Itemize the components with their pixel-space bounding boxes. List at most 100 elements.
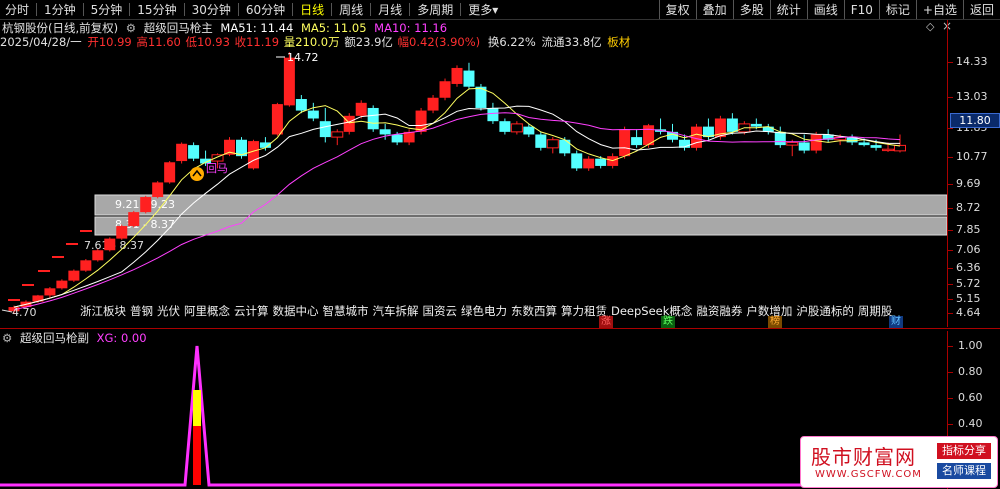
candle[interactable] bbox=[271, 102, 283, 136]
toolbar-button-4[interactable]: 画线 bbox=[806, 0, 844, 19]
stair-marker bbox=[8, 299, 20, 301]
candle-body bbox=[439, 81, 451, 98]
concept-tag[interactable]: 数据中心 bbox=[273, 304, 319, 318]
candle-body bbox=[68, 270, 80, 281]
candle[interactable] bbox=[44, 287, 56, 298]
candle[interactable] bbox=[499, 118, 511, 135]
concept-tag[interactable]: DeepSeek概念 bbox=[611, 304, 692, 318]
candle[interactable] bbox=[104, 237, 116, 252]
concept-tag[interactable]: 光伏 bbox=[157, 304, 180, 318]
candle[interactable] bbox=[235, 137, 247, 159]
concept-tag[interactable]: 绿色电力 bbox=[461, 304, 507, 318]
price-tick-mark bbox=[948, 97, 953, 98]
concept-tag[interactable]: 东数西算 bbox=[511, 304, 557, 318]
toolbar-button-7[interactable]: +自选 bbox=[915, 0, 963, 19]
candle-body bbox=[786, 141, 799, 146]
concept-tag[interactable]: 普钢 bbox=[130, 304, 153, 318]
candle-body bbox=[559, 139, 571, 154]
toolbar-button-6[interactable]: 标记 bbox=[878, 0, 916, 19]
period-tab-6[interactable]: 日线 bbox=[295, 1, 329, 18]
candle[interactable] bbox=[619, 126, 631, 159]
event-marker[interactable]: 榜 bbox=[768, 316, 782, 328]
candle[interactable] bbox=[80, 259, 92, 272]
candle[interactable] bbox=[786, 139, 799, 157]
period-tab-10[interactable]: 更多▾ bbox=[463, 1, 503, 18]
concept-tag[interactable]: 阿里概念 bbox=[184, 304, 230, 318]
candle[interactable] bbox=[427, 95, 439, 114]
candle[interactable] bbox=[439, 78, 451, 101]
toolbar-button-1[interactable]: 叠加 bbox=[695, 0, 733, 19]
period-tab-9[interactable]: 多周期 bbox=[412, 1, 458, 18]
period-tab-5[interactable]: 60分钟 bbox=[241, 1, 290, 18]
period-tab-1[interactable]: 1分钟 bbox=[39, 1, 81, 18]
candle[interactable] bbox=[331, 129, 344, 146]
candlestick-chart[interactable]: 9.21 - 9.238.31 - 8.377.61 - 8.3714.724.… bbox=[0, 20, 947, 330]
candle-body bbox=[463, 70, 475, 87]
candle[interactable] bbox=[307, 102, 319, 122]
price-tick: 13.03 bbox=[956, 90, 988, 103]
period-tab-3[interactable]: 15分钟 bbox=[132, 1, 181, 18]
candle[interactable] bbox=[128, 210, 140, 228]
concept-tag[interactable]: 智慧城市 bbox=[323, 304, 369, 318]
toolbar-button-2[interactable]: 多股 bbox=[732, 0, 770, 19]
high-price-annotation: 14.72 bbox=[287, 51, 319, 64]
event-marker[interactable]: 涨 bbox=[599, 316, 613, 328]
candle[interactable] bbox=[68, 269, 80, 282]
sub-axis-tick: 0.40 bbox=[958, 417, 983, 430]
toolbar-button-8[interactable]: 返回 bbox=[962, 0, 1000, 19]
candle[interactable] bbox=[343, 113, 355, 135]
concept-tag[interactable]: 国资云 bbox=[423, 304, 458, 318]
candle[interactable] bbox=[846, 134, 858, 146]
sub-tick-mark bbox=[948, 372, 953, 373]
period-tab-4[interactable]: 30分钟 bbox=[187, 1, 236, 18]
candle[interactable] bbox=[631, 129, 643, 148]
candle[interactable] bbox=[176, 142, 188, 164]
event-marker[interactable]: 财 bbox=[889, 316, 903, 328]
candle[interactable] bbox=[546, 137, 559, 154]
candle[interactable] bbox=[510, 121, 523, 135]
candle[interactable] bbox=[319, 107, 331, 143]
period-tab-8[interactable]: 月线 bbox=[373, 1, 407, 18]
candle[interactable] bbox=[188, 142, 200, 162]
candle[interactable] bbox=[56, 279, 68, 290]
candle[interactable] bbox=[92, 248, 104, 262]
candle[interactable] bbox=[152, 181, 164, 199]
period-tab-2[interactable]: 5分钟 bbox=[86, 1, 128, 18]
candle[interactable] bbox=[535, 131, 547, 151]
candle-body bbox=[56, 280, 68, 289]
concept-tag[interactable]: 沪股通标的 bbox=[796, 304, 854, 318]
candle[interactable] bbox=[463, 62, 475, 90]
concept-tag[interactable]: 云计算 bbox=[234, 304, 269, 318]
candle[interactable] bbox=[367, 105, 379, 132]
event-marker[interactable]: 跌 bbox=[661, 316, 675, 328]
candle[interactable] bbox=[523, 123, 535, 138]
toolbar-button-3[interactable]: 统计 bbox=[769, 0, 807, 19]
concept-tag[interactable]: 浙江板块 bbox=[80, 304, 126, 318]
period-tab-0[interactable]: 分时 bbox=[0, 1, 34, 18]
price-tick: 10.77 bbox=[956, 150, 988, 163]
period-tab-7[interactable]: 周线 bbox=[334, 1, 368, 18]
candle[interactable] bbox=[822, 129, 834, 143]
candle[interactable] bbox=[571, 150, 583, 171]
candle[interactable] bbox=[810, 131, 822, 154]
price-tick-mark bbox=[948, 299, 953, 300]
support-zone-band bbox=[94, 216, 947, 236]
huima-signal-icon[interactable] bbox=[190, 167, 204, 181]
concept-tag[interactable]: 汽车拆解 bbox=[373, 304, 419, 318]
toolbar-separator bbox=[36, 3, 38, 16]
toolbar-button-5[interactable]: F10 bbox=[843, 0, 879, 19]
candle[interactable] bbox=[451, 65, 463, 87]
price-tick-mark bbox=[948, 230, 953, 231]
concept-tag[interactable]: 周期股 bbox=[858, 304, 893, 318]
toolbar-separator bbox=[460, 3, 462, 16]
candle[interactable] bbox=[762, 123, 774, 135]
toolbar-separator bbox=[82, 3, 84, 16]
candle[interactable] bbox=[164, 161, 176, 184]
toolbar-button-0[interactable]: 复权 bbox=[658, 0, 696, 19]
candle[interactable] bbox=[140, 195, 152, 214]
candle[interactable] bbox=[247, 139, 259, 170]
candle[interactable] bbox=[655, 118, 667, 135]
candle[interactable] bbox=[116, 224, 128, 240]
candle[interactable] bbox=[583, 156, 595, 171]
concept-tag[interactable]: 融资融券 bbox=[696, 304, 742, 318]
